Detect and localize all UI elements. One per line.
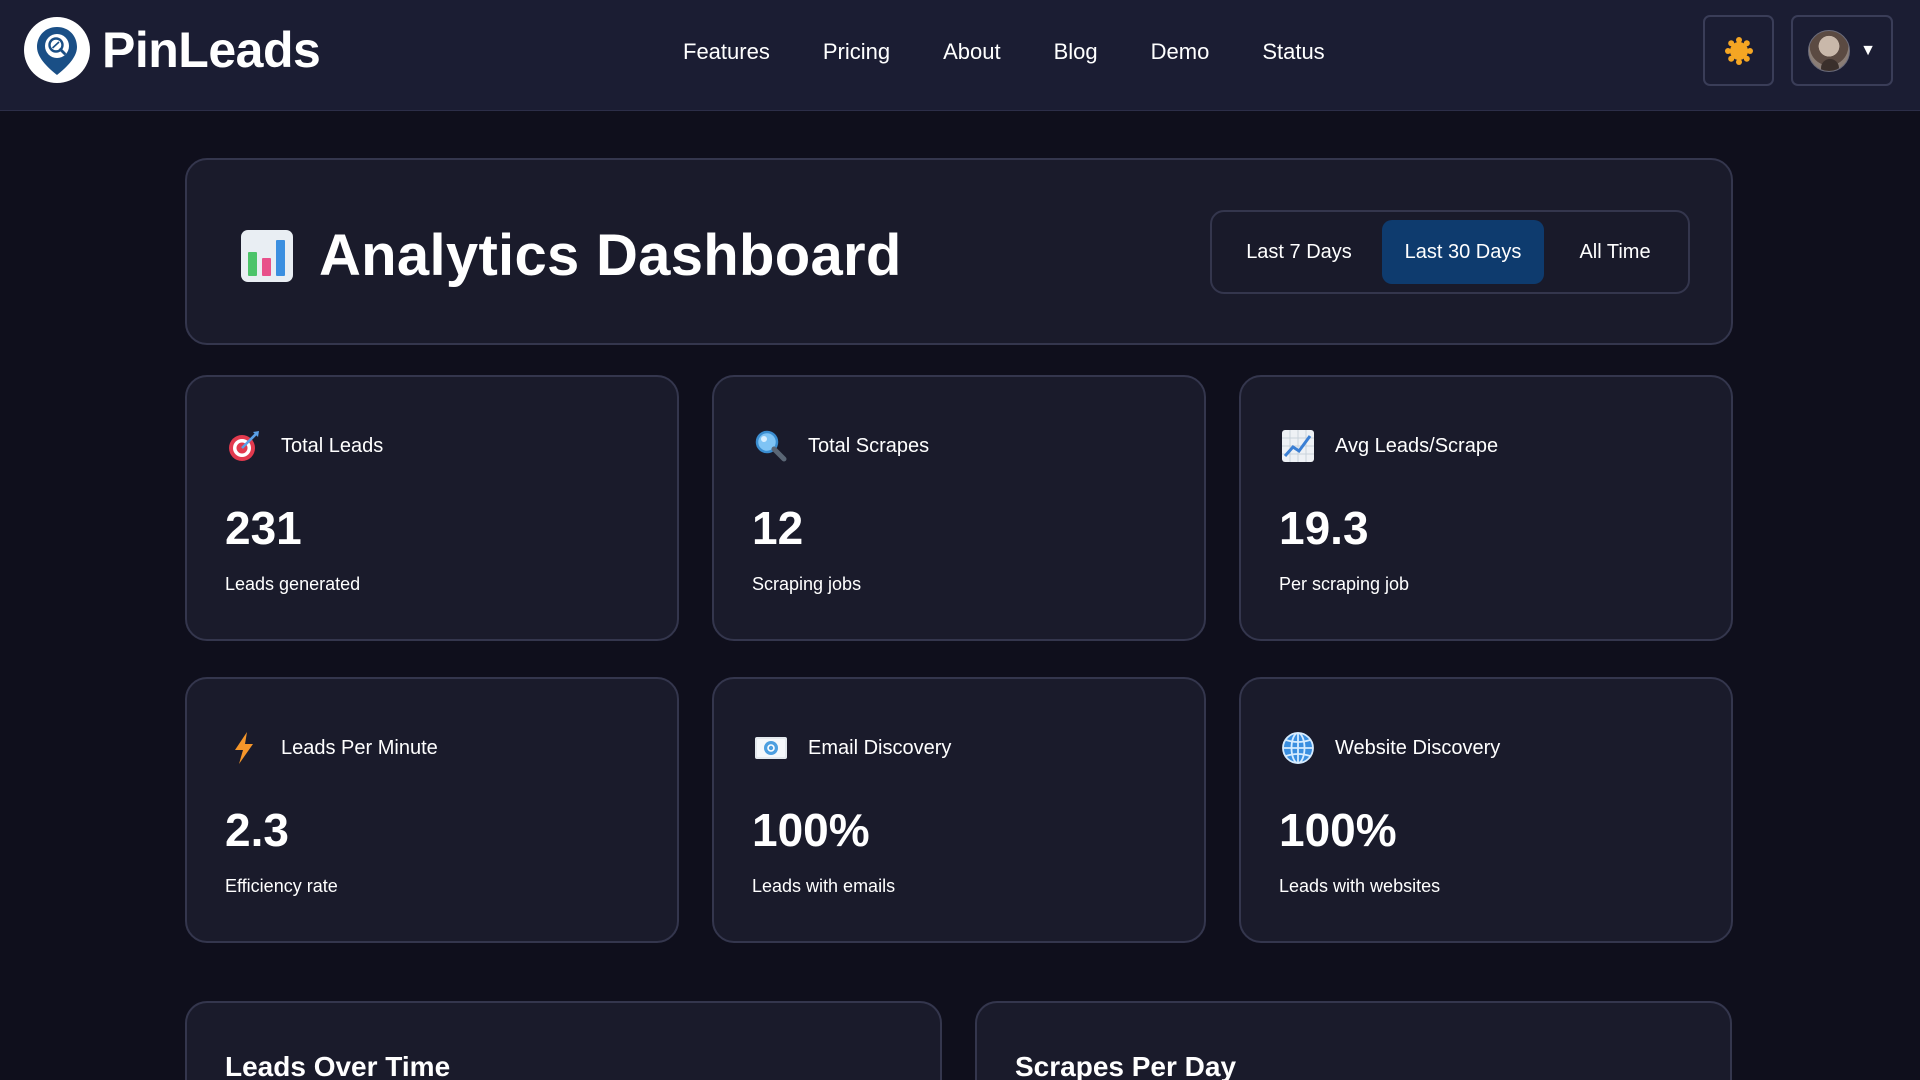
nav-link-blog[interactable]: Blog — [1054, 39, 1098, 65]
sun-icon — [1724, 36, 1753, 65]
avatar — [1808, 29, 1851, 72]
target-icon — [229, 431, 259, 461]
stat-label: Total Scrapes — [808, 434, 930, 457]
magnifier-icon — [755, 430, 787, 462]
trend-chart-icon — [1282, 430, 1314, 462]
stat-value: 100% — [752, 804, 870, 856]
chevron-down-icon: ▼ — [1860, 41, 1876, 59]
stat-label: Total Leads — [281, 434, 384, 457]
email-icon — [755, 737, 787, 759]
stat-label: Avg Leads/Scrape — [1335, 434, 1499, 457]
chart-title: Leads Over Time — [225, 1051, 451, 1080]
chart-card-leads-over-time: Leads Over Time — [185, 1001, 942, 1080]
stat-caption: Leads with websites — [1279, 876, 1441, 896]
map-pin-search-icon — [24, 17, 90, 83]
range-last-7-days-button[interactable]: Last 7 Days — [1226, 220, 1372, 284]
brand-name: PinLeads — [102, 22, 321, 78]
nav-link-demo[interactable]: Demo — [1151, 39, 1210, 65]
user-menu-button[interactable]: ▼ — [1791, 15, 1893, 86]
stat-card-email-discovery: Email Discovery 100% Leads with emails — [712, 677, 1206, 943]
stat-value: 2.3 — [225, 804, 289, 856]
stat-value: 12 — [752, 502, 804, 554]
stat-value: 100% — [1279, 804, 1397, 856]
main-nav: Features Pricing About Blog Demo Status — [683, 0, 1325, 104]
date-range-selector: Last 7 Days Last 30 Days All Time — [1210, 210, 1690, 294]
nav-link-status[interactable]: Status — [1262, 39, 1324, 65]
nav-link-features[interactable]: Features — [683, 39, 770, 65]
stat-caption: Leads generated — [225, 574, 361, 594]
stat-label: Website Discovery — [1335, 736, 1501, 759]
dashboard-header-card: Analytics Dashboard Last 7 Days Last 30 … — [185, 158, 1733, 345]
stat-caption: Efficiency rate — [225, 876, 338, 896]
stat-label: Leads Per Minute — [281, 736, 438, 759]
chart-title: Scrapes Per Day — [1015, 1051, 1237, 1080]
stat-card-total-leads: Total Leads 231 Leads generated — [185, 375, 679, 641]
range-last-30-days-button[interactable]: Last 30 Days — [1382, 220, 1544, 284]
stat-value: 231 — [225, 502, 302, 554]
stat-caption: Scraping jobs — [752, 574, 862, 594]
bar-chart-icon — [241, 229, 293, 282]
stat-caption: Leads with emails — [752, 876, 896, 896]
globe-icon — [1282, 732, 1314, 764]
chart-card-scrapes-per-day: Scrapes Per Day — [975, 1001, 1732, 1080]
nav-link-pricing[interactable]: Pricing — [823, 39, 890, 65]
stat-card-website-discovery: Website Discovery 100% Leads with websit… — [1239, 677, 1733, 943]
stat-caption: Per scraping job — [1279, 574, 1410, 594]
page-title-group: Analytics Dashboard — [239, 222, 902, 289]
theme-toggle-button[interactable] — [1703, 15, 1774, 86]
stat-label: Email Discovery — [808, 736, 952, 759]
lightning-icon — [235, 732, 253, 764]
range-all-time-button[interactable]: All Time — [1554, 220, 1676, 284]
brand-home-link[interactable]: PinLeads — [24, 14, 321, 86]
page-title: Analytics Dashboard — [319, 223, 902, 288]
stat-card-leads-per-minute: Leads Per Minute 2.3 Efficiency rate — [185, 677, 679, 943]
stat-card-avg-leads-per-scrape: Avg Leads/Scrape 19.3 Per scraping job — [1239, 375, 1733, 641]
nav-link-about[interactable]: About — [943, 39, 1001, 65]
stat-card-total-scrapes: Total Scrapes 12 Scraping jobs — [712, 375, 1206, 641]
stat-value: 19.3 — [1279, 502, 1369, 554]
top-navbar: PinLeads Features Pricing About Blog Dem… — [0, 0, 1920, 111]
